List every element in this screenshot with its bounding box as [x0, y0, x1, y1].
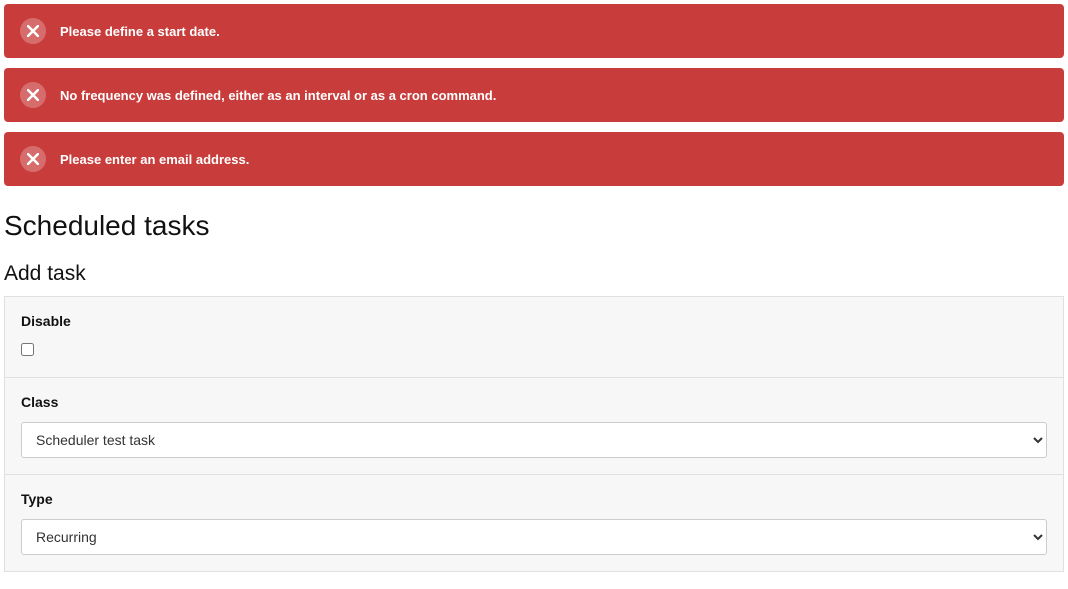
- form-row-type: Type Recurring: [5, 475, 1063, 571]
- add-task-form: Disable Class Scheduler test task Type R…: [4, 296, 1064, 572]
- class-select[interactable]: Scheduler test task: [21, 422, 1047, 458]
- close-icon: [20, 82, 46, 108]
- section-title: Add task: [0, 248, 1068, 296]
- alert-error: Please enter an email address.: [4, 132, 1064, 186]
- disable-label: Disable: [21, 313, 1047, 329]
- close-icon: [20, 146, 46, 172]
- alert-message: Please define a start date.: [60, 24, 220, 39]
- form-row-class: Class Scheduler test task: [5, 378, 1063, 475]
- type-select[interactable]: Recurring: [21, 519, 1047, 555]
- alert-message: Please enter an email address.: [60, 152, 249, 167]
- form-row-disable: Disable: [5, 297, 1063, 378]
- alert-error: Please define a start date.: [4, 4, 1064, 58]
- alert-message: No frequency was defined, either as an i…: [60, 88, 496, 103]
- disable-checkbox[interactable]: [21, 343, 34, 356]
- alert-error: No frequency was defined, either as an i…: [4, 68, 1064, 122]
- close-icon: [20, 18, 46, 44]
- page-title: Scheduled tasks: [0, 196, 1068, 248]
- type-label: Type: [21, 491, 1047, 507]
- class-label: Class: [21, 394, 1047, 410]
